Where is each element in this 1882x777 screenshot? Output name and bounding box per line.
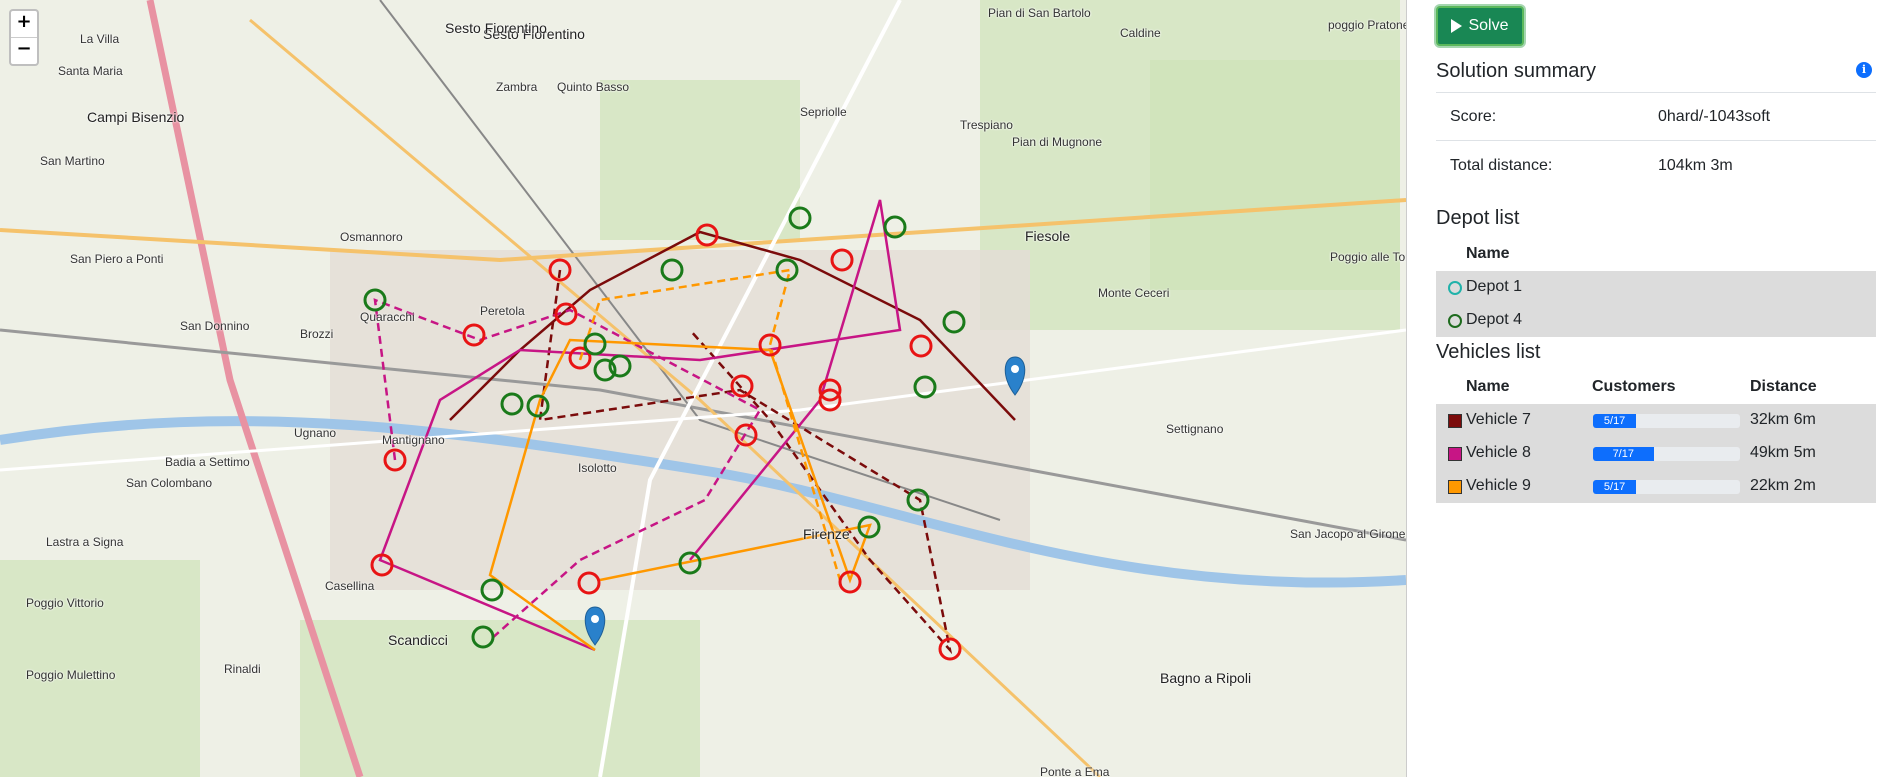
vehicle-row[interactable]: Vehicle 8 7/17 49km 5m — [1436, 437, 1876, 470]
vehicle-header-name: Name — [1466, 378, 1510, 395]
customers-count: 5/17 — [1593, 414, 1637, 428]
depot-list-title: Depot list — [1436, 207, 1520, 229]
solve-button-label: Solve — [1468, 17, 1509, 34]
customers-count: 7/17 — [1593, 447, 1654, 461]
map-view[interactable]: + − Sesto Fiorentino La Villa Santa Maria C… — [0, 0, 1407, 777]
map-place-label: Pian di San Bartolo — [988, 6, 1091, 20]
map-place-label: San Donnino — [180, 319, 250, 333]
vehicle-header-distance: Distance — [1750, 378, 1817, 395]
map-place-label: Campi Bisenzio — [87, 109, 185, 125]
vehicle-table-header: Name Customers Distance — [1436, 370, 1876, 404]
solution-summary-title: Solution summary — [1436, 60, 1597, 82]
map-place-label: Quaracchi — [360, 310, 415, 324]
vehicle-row[interactable]: Vehicle 7 5/17 32km 6m — [1436, 404, 1876, 437]
map-place-label: San Jacopo al Girone — [1290, 527, 1406, 541]
map-place-label: Bagno a Ripoli — [1160, 670, 1252, 686]
park-area — [600, 80, 800, 240]
solve-button[interactable]: Solve — [1436, 6, 1524, 46]
vehicle-row[interactable]: Vehicle 9 5/17 22km 2m — [1436, 470, 1876, 503]
info-icon[interactable]: i — [1856, 62, 1872, 78]
depot-name: Depot 4 — [1466, 311, 1523, 328]
depot-row[interactable]: Depot 4 — [1436, 304, 1876, 337]
depot-marker-icon — [1448, 281, 1462, 295]
map-place-label: Santa Maria — [58, 64, 123, 78]
vehicle-color-icon — [1448, 480, 1462, 494]
score-value: 0hard/-1043soft — [1658, 108, 1771, 125]
map-place-label: San Colombano — [126, 476, 213, 490]
map-canvas[interactable] — [0, 0, 1406, 777]
customers-count: 5/17 — [1593, 480, 1637, 494]
depot-row[interactable]: Depot 1 — [1436, 271, 1876, 304]
map-place-label: Zambra — [496, 80, 538, 94]
park-area — [300, 620, 700, 777]
vehicle-color-icon — [1448, 414, 1462, 428]
customers-progress: 5/17 — [1593, 480, 1740, 494]
depot-table-header: Name — [1436, 237, 1876, 271]
map-place-label: poggio Pratone — [1328, 18, 1407, 32]
divider — [1436, 140, 1876, 141]
depot-pin-dot — [591, 615, 599, 623]
map-place-label: Mantignano — [382, 433, 445, 447]
side-panel: Solve Solution summary i Score: 0hard/-1… — [1436, 0, 1876, 777]
play-icon — [1451, 19, 1463, 33]
map-place-label: Pian di Mugnone — [1012, 135, 1103, 149]
vehicle-distance: 22km 2m — [1750, 477, 1816, 494]
map-place-label: Scandicci — [388, 632, 448, 648]
depot-header-name: Name — [1466, 245, 1510, 262]
map-place-label: Isolotto — [578, 461, 617, 475]
depot-table: Name Depot 1 Depot 4 — [1436, 237, 1876, 337]
vehicle-color-icon — [1448, 447, 1462, 461]
map-place-label: Monte Ceceri — [1098, 286, 1170, 300]
vehicle-header-customers: Customers — [1592, 378, 1676, 395]
vehicle-name: Vehicle 7 — [1466, 411, 1531, 428]
map-place-label: Sesto Fiorentino — [445, 20, 547, 36]
map-place-label: Quinto Basso — [557, 80, 630, 94]
zoom-control: + − — [9, 9, 39, 66]
map-place-label: Peretola — [480, 304, 525, 318]
map-place-label: Brozzi — [300, 327, 334, 341]
map-place-label: Lastra a Signa — [46, 535, 124, 549]
map-place-label: Fiesole — [1025, 228, 1071, 244]
vehicle-name: Vehicle 8 — [1466, 444, 1531, 461]
distance-value: 104km 3m — [1658, 157, 1733, 174]
map-place-label: San Martino — [40, 154, 105, 168]
customers-progress: 5/17 — [1593, 414, 1740, 428]
map-place-label: Ugnano — [294, 426, 337, 440]
map-place-label: Ponte a Ema — [1040, 765, 1110, 777]
vehicle-distance: 49km 5m — [1750, 444, 1816, 461]
map-place-label: Osmannoro — [340, 230, 403, 244]
vehicle-name: Vehicle 9 — [1466, 477, 1531, 494]
depot-name: Depot 1 — [1466, 278, 1523, 295]
map-place-label: Poggio Mulettino — [26, 668, 116, 682]
vehicles-list-title: Vehicles list — [1436, 341, 1541, 363]
depot-marker-icon — [1448, 314, 1462, 328]
distance-label: Total distance: — [1450, 157, 1553, 174]
map-place-label: Caldine — [1120, 26, 1161, 40]
map-place-label: Poggio Vittorio — [26, 596, 104, 610]
map-place-label: Sepriolle — [800, 105, 847, 119]
map-place-label: Trespiano — [960, 118, 1013, 132]
divider — [1436, 92, 1876, 93]
map-place-label: Badia a Settimo — [165, 455, 250, 469]
vehicle-distance: 32km 6m — [1750, 411, 1816, 428]
vehicle-table: Name Customers Distance Vehicle 7 5/17 32k… — [1436, 370, 1876, 503]
map-place-label: Settignano — [1166, 422, 1224, 436]
map-place-label: La Villa — [80, 32, 120, 46]
map-place-label: Casellina — [325, 579, 375, 593]
score-label: Score: — [1450, 108, 1497, 125]
zoom-out-button[interactable]: − — [11, 38, 37, 64]
map-place-label: Poggio alle Tortore — [1330, 250, 1406, 264]
customers-progress: 7/17 — [1593, 447, 1740, 461]
map-place-label: Firenze — [803, 526, 850, 542]
map-place-label: Rinaldi — [224, 662, 261, 676]
zoom-in-button[interactable]: + — [11, 11, 37, 38]
depot-pin-dot — [1011, 365, 1019, 373]
map-place-label: San Piero a Ponti — [70, 252, 164, 266]
